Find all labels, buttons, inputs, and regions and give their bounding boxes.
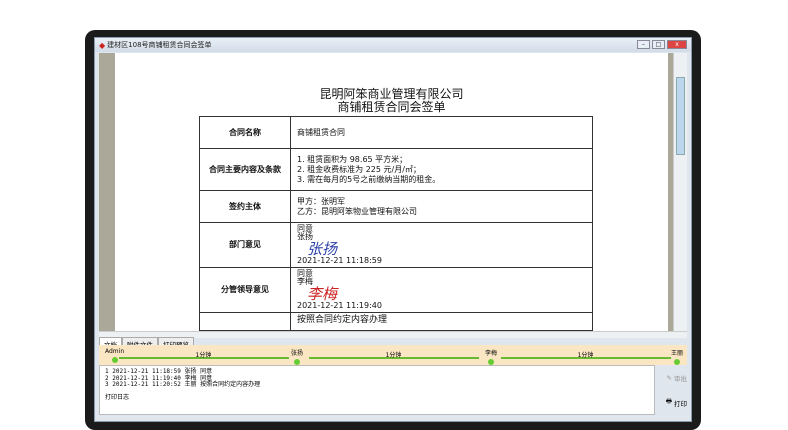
app-logo-icon: ◆: [99, 40, 106, 50]
term-line: 1. 租赁面积为 98.65 平方米；: [297, 154, 408, 164]
signer: 李梅: [297, 277, 313, 286]
document-heading: 昆明阿笨商业管理有限公司 商铺租赁合同会签单: [115, 88, 668, 114]
timeline-node: 张扬: [291, 348, 303, 365]
term-line: 2. 租金收费标准为 225 元/月/㎡；: [297, 164, 421, 174]
leader-opinion: 同意 李梅 李梅 2021-12-21 11:19:40: [290, 267, 593, 313]
sign-time: 2021-12-21 11:18:59: [297, 256, 382, 265]
print-log-link[interactable]: 打印日志: [105, 394, 649, 402]
maximize-button[interactable]: □: [652, 40, 665, 49]
timeline-node: 王丽: [671, 348, 683, 365]
table-row: 部门意见 同意 张扬 张扬 2021-12-21 11:18:59: [199, 222, 593, 268]
row-label: [199, 312, 291, 331]
print-button[interactable]: 🖶 打印: [657, 390, 687, 415]
node-label: 李梅: [485, 350, 498, 357]
document-viewer: 昆明阿笨商业管理有限公司 商铺租赁合同会签单 合同名称 商铺租赁合同 合同主要内容…: [99, 53, 673, 331]
party-a: 甲方：张明军: [297, 196, 345, 206]
signer: 张扬: [297, 232, 313, 241]
table-row: 合同名称 商铺租赁合同: [199, 116, 593, 149]
parties: 甲方：张明军 乙方：昆明阿笨物业管理有限公司: [290, 190, 593, 223]
opinion: 同意: [297, 224, 313, 233]
final-opinion: 按照合同约定内容办理: [290, 312, 593, 331]
contract-table: 合同名称 商铺租赁合同 合同主要内容及条款 1. 租赁面积为 98.65 平方米； 2…: [199, 116, 593, 331]
node-label: 王丽: [671, 350, 684, 357]
row-label: 合同名称: [199, 116, 291, 149]
timeline-node: Admin: [105, 348, 124, 363]
approval-log: 1 2021-12-21 11:18:59 张扬 同意 2 2021-12-21…: [99, 365, 655, 415]
form-title: 商铺租赁合同会签单: [337, 100, 446, 114]
log-entry: 3 2021-12-21 11:20:52 王丽 按照合同约定内容办理: [105, 381, 261, 388]
row-label: 分管领导意见: [199, 267, 291, 313]
workflow-timeline: Admin 1分钟 张扬 1分钟 李梅 1分钟 王丽: [99, 345, 687, 365]
vertical-scrollbar[interactable]: [673, 53, 687, 331]
node-label: Admin: [105, 348, 125, 355]
title-bar: ◆ 建材区108号商铺租赁合同会签单 – □ x: [95, 38, 691, 52]
table-row: 合同主要内容及条款 1. 租赁面积为 98.65 平方米； 2. 租金收费标准为 2…: [199, 148, 593, 191]
close-button[interactable]: x: [667, 40, 687, 49]
row-label: 合同主要内容及条款: [199, 148, 291, 191]
approve-icon: ✎: [666, 373, 672, 382]
node-dot: [111, 357, 118, 363]
action-panel: ✎ 审批 🖶 打印: [657, 365, 687, 415]
table-row: 签约主体 甲方：张明军 乙方：昆明阿笨物业管理有限公司: [199, 190, 593, 223]
row-label: 签约主体: [199, 190, 291, 223]
timeline-segment: 1分钟: [119, 352, 289, 359]
printer-icon: 🖶: [665, 397, 672, 405]
sign-time: 2021-12-21 11:19:40: [297, 301, 382, 310]
duration-label: 1分钟: [195, 352, 212, 359]
contract-terms: 1. 租赁面积为 98.65 平方米； 2. 租金收费标准为 225 元/月/㎡；…: [290, 148, 593, 191]
row-label: 部门意见: [199, 222, 291, 268]
timeline-node: 李梅: [485, 348, 497, 365]
table-row: 分管领导意见 同意 李梅 李梅 2021-12-21 11:19:40: [199, 267, 593, 313]
approve-button[interactable]: ✎ 审批: [657, 365, 687, 390]
signature-image: 李梅: [307, 285, 338, 303]
dept-opinion: 同意 张扬 张扬 2021-12-21 11:18:59: [290, 222, 593, 268]
scroll-thumb[interactable]: [676, 77, 685, 155]
party-b: 乙方：昆明阿笨物业管理有限公司: [297, 206, 417, 216]
signature-image: 张扬: [307, 240, 338, 258]
opinion: 同意: [297, 269, 313, 278]
timeline-segment: 1分钟: [501, 352, 671, 359]
duration-label: 1分钟: [385, 352, 402, 359]
app-window: ◆ 建材区108号商铺租赁合同会签单 – □ x 昆明阿笨商业管理有限公司 商铺…: [94, 37, 692, 422]
document-page: 昆明阿笨商业管理有限公司 商铺租赁合同会签单 合同名称 商铺租赁合同 合同主要内容…: [115, 53, 668, 331]
timeline-segment: 1分钟: [309, 352, 479, 359]
window-title: 建材区108号商铺租赁合同会签单: [107, 41, 212, 49]
contract-name: 商铺租赁合同: [290, 116, 593, 149]
node-label: 张扬: [291, 350, 304, 357]
term-line: 3. 需在每月的5号之前缴纳当期的租金。: [297, 174, 441, 184]
minimize-button[interactable]: –: [637, 40, 650, 49]
duration-label: 1分钟: [577, 352, 594, 359]
table-row: 按照合同约定内容办理: [199, 312, 593, 331]
